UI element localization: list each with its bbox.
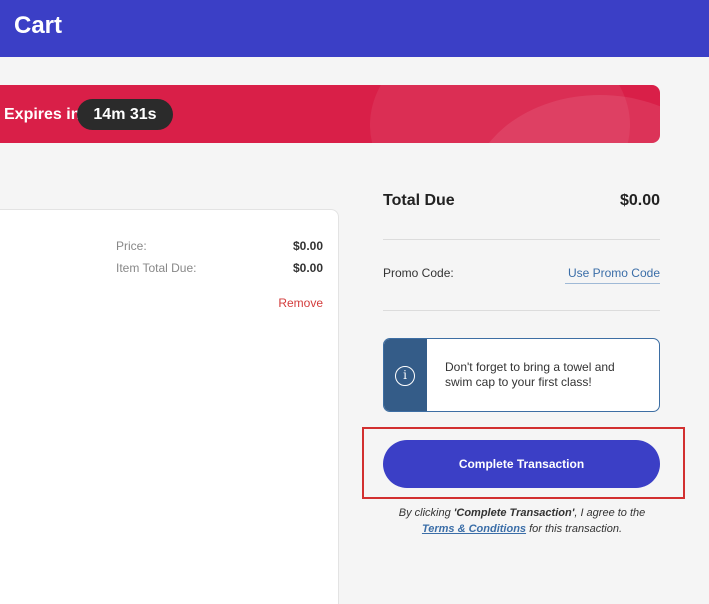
- expiry-banner: Expires in 14m 31s: [0, 85, 660, 143]
- item-total-label: Item Total Due:: [116, 261, 197, 275]
- page-title: Cart: [14, 12, 63, 39]
- total-due-value: $0.00: [619, 192, 660, 209]
- header-bar: Cart: [0, 0, 709, 57]
- info-icon: i: [395, 366, 415, 386]
- divider: [383, 239, 660, 240]
- price-label: Price:: [116, 239, 147, 253]
- promo-link-underline: [565, 283, 660, 284]
- promo-code-label: Promo Code:: [383, 266, 454, 280]
- expiry-countdown: 14m 31s: [77, 99, 173, 130]
- cart-item-card: Price: $0.00 Item Total Due: $0.00 Remov…: [0, 209, 339, 604]
- terms-conditions-link[interactable]: Terms & Conditions: [422, 523, 526, 535]
- price-value: $0.00: [292, 239, 323, 253]
- terms-prefix: By clicking: [398, 507, 454, 519]
- item-total-value: $0.00: [292, 261, 323, 275]
- info-notice: i Don't forget to bring a towel and swim…: [383, 338, 660, 412]
- use-promo-code-link[interactable]: Use Promo Code: [540, 266, 660, 280]
- total-due-label: Total Due: [383, 192, 455, 209]
- terms-emphasis: 'Complete Transaction': [453, 507, 575, 519]
- info-icon-column: i: [384, 339, 427, 411]
- terms-middle: , I agree to the: [574, 507, 646, 519]
- terms-notice: By clicking 'Complete Transaction', I ag…: [370, 505, 674, 537]
- remove-link[interactable]: Remove: [278, 296, 323, 310]
- terms-suffix: for this transaction.: [526, 523, 623, 535]
- divider: [383, 310, 660, 311]
- expiry-label: Expires in: [4, 106, 81, 123]
- complete-transaction-button[interactable]: Complete Transaction: [383, 440, 660, 488]
- info-message: Don't forget to bring a towel and swim c…: [445, 360, 615, 389]
